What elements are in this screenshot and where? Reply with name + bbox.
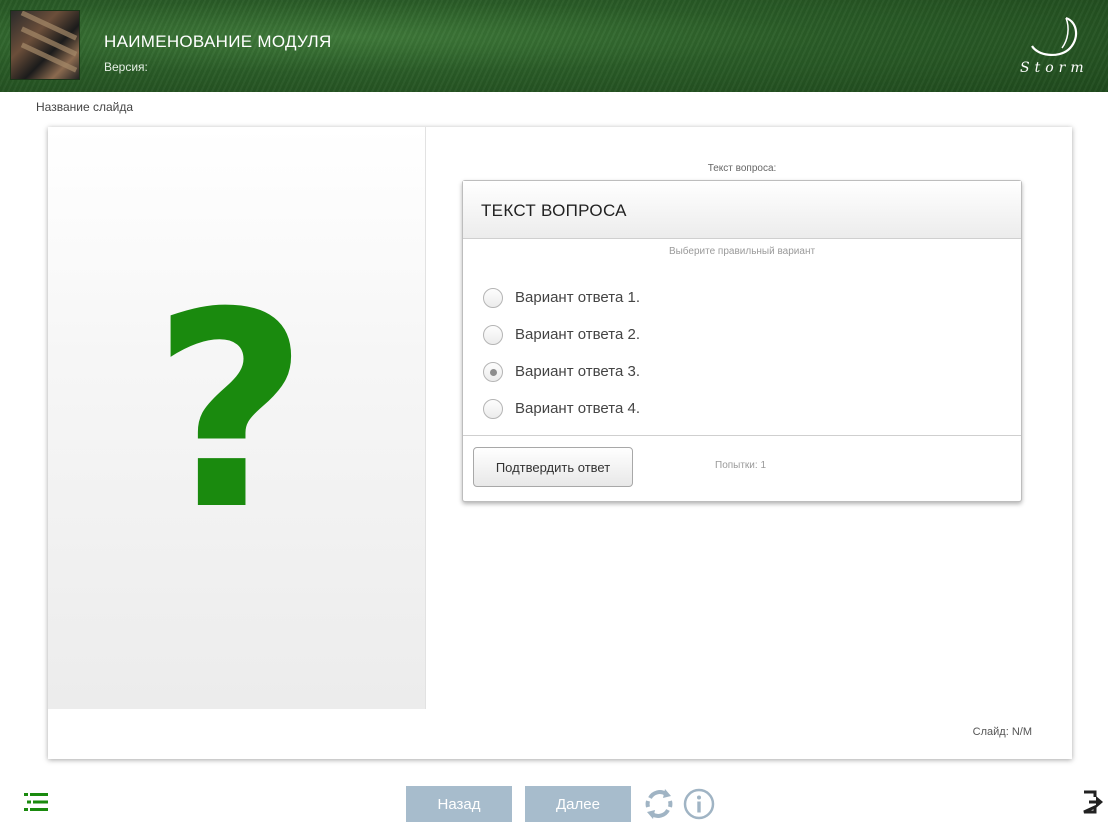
radio-button-selected[interactable]: [483, 361, 503, 382]
radio-button[interactable]: [483, 324, 503, 345]
module-thumbnail: [10, 10, 80, 80]
confirm-answer-button[interactable]: Подтвердить ответ: [473, 447, 633, 487]
slide-counter: Слайд: N/M: [972, 726, 1032, 738]
answer-option-1[interactable]: Вариант ответа 1.: [483, 279, 1021, 316]
question-hint: Выберите правильный вариант: [668, 246, 816, 257]
back-button[interactable]: Назад: [406, 786, 512, 822]
question-caption: Текст вопроса:: [707, 163, 777, 174]
illustration-pane: ?: [48, 127, 426, 709]
question-title: ТЕКСТ ВОПРОСА: [481, 201, 627, 220]
answer-option-2[interactable]: Вариант ответа 2.: [483, 316, 1021, 353]
reload-icon[interactable]: [642, 787, 676, 821]
question-footer: Подтвердить ответ Попытки: 1: [463, 435, 1021, 501]
info-icon[interactable]: [682, 787, 716, 821]
storm-logo: Storm: [1020, 16, 1089, 76]
module-title: НАИМЕНОВАНИЕ МОДУЛЯ: [104, 32, 332, 51]
answer-option-label: Вариант ответа 2.: [515, 326, 640, 343]
module-version: Версия:: [104, 60, 148, 74]
question-box: ТЕКСТ ВОПРОСА Выберите правильный вариан…: [462, 180, 1022, 502]
answer-option-label: Вариант ответа 3.: [515, 363, 640, 380]
menu-list-icon[interactable]: [24, 792, 48, 812]
answer-option-4[interactable]: Вариант ответа 4.: [483, 390, 1021, 427]
exit-icon[interactable]: [1082, 790, 1104, 814]
slide-card: ? Текст вопроса: ТЕКСТ ВОПРОСА Выберите …: [48, 127, 1072, 759]
attempts-counter: Попытки: 1: [715, 460, 767, 471]
question-mark-icon: ?: [152, 254, 309, 569]
answer-option-3[interactable]: Вариант ответа 3.: [483, 353, 1021, 390]
next-button[interactable]: Далее: [525, 786, 631, 822]
svg-text:Storm: Storm: [1020, 60, 1089, 76]
question-header: ТЕКСТ ВОПРОСА: [463, 181, 1021, 239]
radio-button[interactable]: [483, 287, 503, 308]
module-header: НАИМЕНОВАНИЕ МОДУЛЯ Версия: Storm: [0, 0, 1108, 92]
answer-option-label: Вариант ответа 4.: [515, 400, 640, 417]
radio-button[interactable]: [483, 398, 503, 419]
answer-options: Вариант ответа 1. Вариант ответа 2. Вари…: [463, 257, 1021, 427]
slide-name: Название слайда: [36, 100, 134, 114]
answer-option-label: Вариант ответа 1.: [515, 289, 640, 306]
